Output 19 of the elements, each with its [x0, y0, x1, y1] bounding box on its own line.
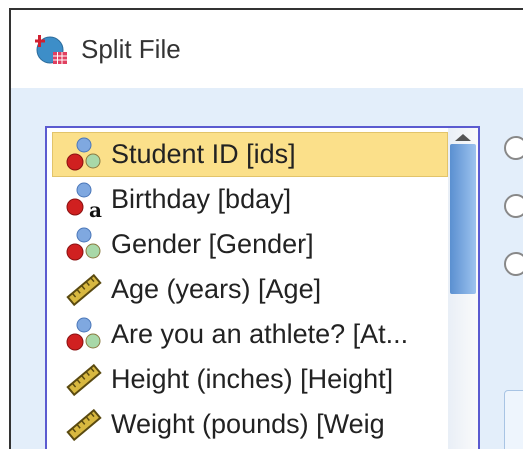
variable-item[interactable]: Weight (pounds) [Weig	[52, 402, 448, 447]
radio-button[interactable]	[504, 252, 523, 276]
variable-item[interactable]: Height (inches) [Height]	[52, 357, 448, 402]
scroll-up-icon[interactable]	[453, 132, 473, 142]
scroll-thumb[interactable]	[450, 144, 476, 294]
window-title: Split File	[81, 34, 181, 64]
variable-item[interactable]: a Birthday [bday]	[52, 177, 448, 222]
variable-item[interactable]: Are you an athlete? [At...	[52, 312, 448, 357]
nominal-variable-icon	[65, 136, 103, 174]
variable-list[interactable]: Student ID [ids] a Birthday [bday] Gender [Gender] Age (years) [Age] Are you an athlete? [At... Height (inches) [Height] Weight (pounds) [Weig	[45, 126, 480, 449]
variable-item[interactable]: Gender [Gender]	[52, 222, 448, 267]
radio-button[interactable]	[504, 136, 523, 160]
scrollbar[interactable]	[448, 128, 478, 449]
split-file-icon	[35, 32, 69, 66]
radio-button[interactable]	[504, 194, 523, 218]
nominal-variable-icon	[65, 226, 103, 264]
variable-item[interactable]: Student ID [ids]	[52, 132, 448, 177]
variable-item[interactable]: Age (years) [Age]	[52, 267, 448, 312]
nominal-variable-icon	[65, 316, 103, 354]
